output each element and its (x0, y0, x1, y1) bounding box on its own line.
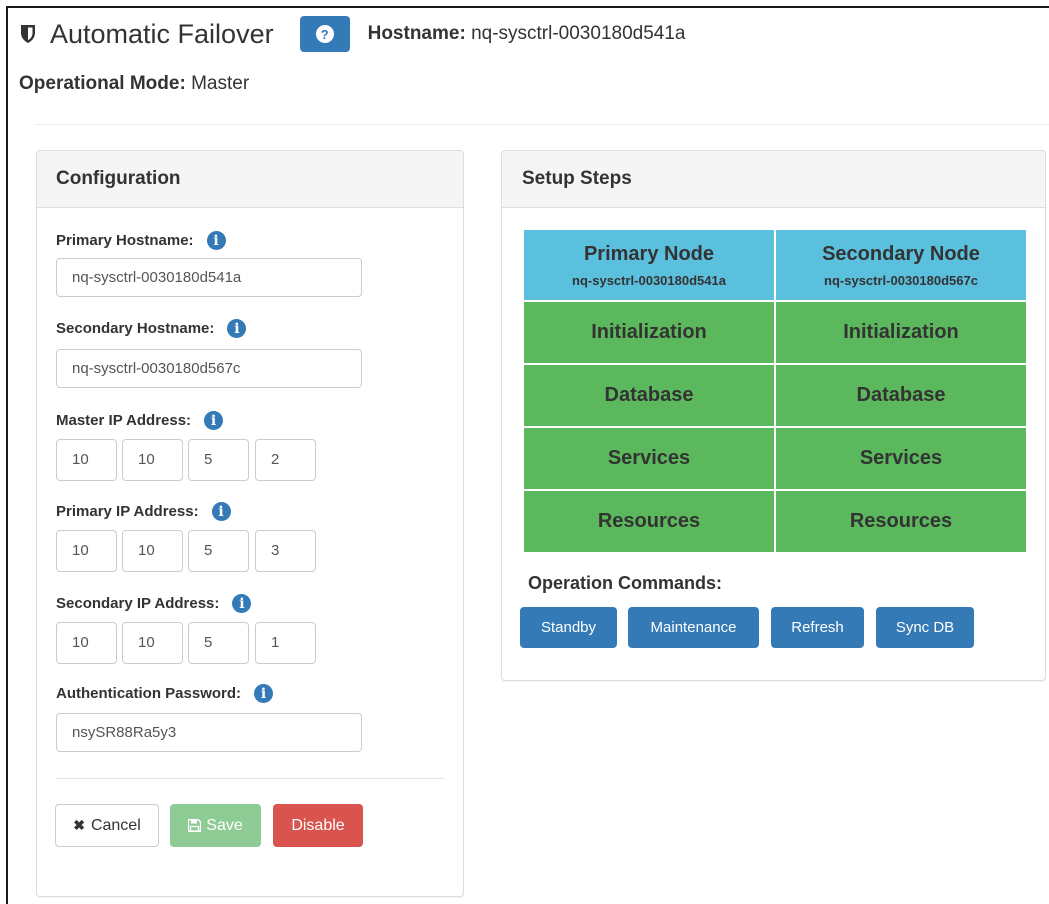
setup-steps-title: Setup Steps (502, 151, 1045, 208)
primary-ip-label-text: Primary IP Address: (56, 503, 199, 520)
primary-ip-octet-2[interactable]: 10 (122, 530, 183, 572)
secondary-node-title: Secondary Node (822, 242, 980, 265)
primary-hostname-input[interactable]: nq-sysctrl-0030180d541a (56, 258, 362, 297)
master-ip-label-text: Master IP Address: (56, 412, 192, 429)
primary-ip-label: Primary IP Address: i (56, 502, 231, 521)
secondary-hostname-input[interactable]: nq-sysctrl-0030180d567c (56, 349, 362, 388)
floppy-icon (188, 819, 202, 832)
hostname-label: Hostname: (367, 23, 466, 44)
window-border-top (6, 6, 1049, 8)
step-row-database: Database Database (522, 363, 1028, 428)
configuration-title: Configuration (37, 151, 463, 208)
times-icon: ✖ (73, 817, 85, 833)
auth-password-input[interactable]: nsySR88Ra5y3 (56, 713, 362, 752)
info-icon[interactable]: i (211, 502, 231, 521)
secondary-step-resources: Resources (774, 489, 1028, 554)
primary-node-header: Primary Node nq-sysctrl-0030180d541a (522, 228, 776, 302)
primary-step-initialization: Initialization (522, 300, 776, 365)
hostname-display: Hostname: nq-sysctrl-0030180d541a (368, 23, 686, 45)
secondary-hostname-label-text: Secondary Hostname: (56, 320, 215, 337)
disable-button[interactable]: Disable (273, 804, 363, 847)
primary-node-hostname: nq-sysctrl-0030180d541a (572, 272, 726, 288)
secondary-node-header: Secondary Node nq-sysctrl-0030180d567c (774, 228, 1028, 302)
operation-commands-label: Operation Commands: (528, 573, 723, 593)
primary-hostname-label: Primary Hostname: i (56, 231, 226, 250)
save-button-label: Save (206, 816, 243, 834)
cancel-button-label: Cancel (90, 816, 141, 834)
primary-ip-octet-1[interactable]: 10 (56, 530, 117, 572)
secondary-ip-octet-1[interactable]: 10 (56, 622, 117, 664)
secondary-ip-label-text: Secondary IP Address: (56, 595, 220, 612)
secondary-ip-octet-3[interactable]: 5 (188, 622, 249, 664)
refresh-button[interactable]: Refresh (771, 607, 864, 648)
secondary-hostname-label: Secondary Hostname: i (56, 319, 247, 338)
primary-step-database: Database (522, 363, 776, 428)
page-header: Automatic Failover ? Hostname: nq-sysctr… (20, 14, 685, 54)
window-border-left (6, 6, 8, 904)
header-divider (35, 124, 1049, 125)
primary-ip-octet-4[interactable]: 3 (255, 530, 316, 572)
info-icon[interactable]: i (254, 684, 274, 703)
help-button[interactable]: ? (299, 16, 350, 52)
save-button[interactable]: Save (170, 804, 261, 847)
shield-icon (21, 25, 35, 43)
master-ip-octet-3[interactable]: 5 (188, 439, 249, 481)
disable-button-label: Disable (291, 816, 345, 834)
step-row-initialization: Initialization Initialization (522, 300, 1028, 365)
master-ip-octet-1[interactable]: 10 (56, 439, 117, 481)
secondary-step-database: Database (774, 363, 1028, 428)
hostname-value: nq-sysctrl-0030180d541a (471, 23, 686, 44)
info-icon[interactable]: i (232, 594, 252, 613)
secondary-step-services: Services (774, 426, 1028, 491)
node-header-row: Primary Node nq-sysctrl-0030180d541a Sec… (522, 228, 1028, 302)
primary-hostname-label-text: Primary Hostname: (56, 232, 194, 249)
standby-button[interactable]: Standby (520, 607, 617, 648)
info-icon[interactable]: i (204, 411, 224, 430)
page-title: Automatic Failover (50, 18, 274, 49)
master-ip-octet-4[interactable]: 2 (255, 439, 316, 481)
form-divider (56, 778, 445, 779)
secondary-ip-octet-4[interactable]: 1 (255, 622, 316, 664)
operational-mode: Operational Mode: Master (19, 73, 249, 95)
secondary-node-hostname: nq-sysctrl-0030180d567c (824, 272, 978, 288)
configuration-panel: Configuration Primary Hostname: i nq-sys… (36, 150, 464, 897)
master-ip-label: Master IP Address: i (56, 411, 224, 430)
master-ip-octet-2[interactable]: 10 (122, 439, 183, 481)
auth-password-label: Authentication Password: i (56, 684, 274, 703)
auth-password-label-text: Authentication Password: (56, 685, 242, 702)
secondary-step-initialization: Initialization (774, 300, 1028, 365)
info-icon[interactable]: i (227, 319, 247, 338)
step-row-services: Services Services (522, 426, 1028, 491)
cancel-button[interactable]: ✖ Cancel (55, 804, 159, 847)
primary-ip-octet-3[interactable]: 5 (188, 530, 249, 572)
question-icon: ? (315, 25, 334, 43)
info-icon[interactable]: i (206, 231, 226, 250)
secondary-ip-label: Secondary IP Address: i (56, 594, 252, 613)
step-row-resources: Resources Resources (522, 489, 1028, 554)
operational-mode-label: Operational Mode: (19, 73, 186, 94)
maintenance-button[interactable]: Maintenance (628, 607, 759, 648)
operational-mode-value: Master (191, 73, 250, 94)
sync-db-button[interactable]: Sync DB (876, 607, 974, 648)
primary-step-resources: Resources (522, 489, 776, 554)
secondary-ip-octet-2[interactable]: 10 (122, 622, 183, 664)
setup-steps-table: Primary Node nq-sysctrl-0030180d541a Sec… (522, 228, 1028, 554)
primary-node-title: Primary Node (583, 242, 715, 265)
setup-steps-panel: Setup Steps Primary Node nq-sysctrl-0030… (501, 150, 1046, 681)
primary-step-services: Services (522, 426, 776, 491)
